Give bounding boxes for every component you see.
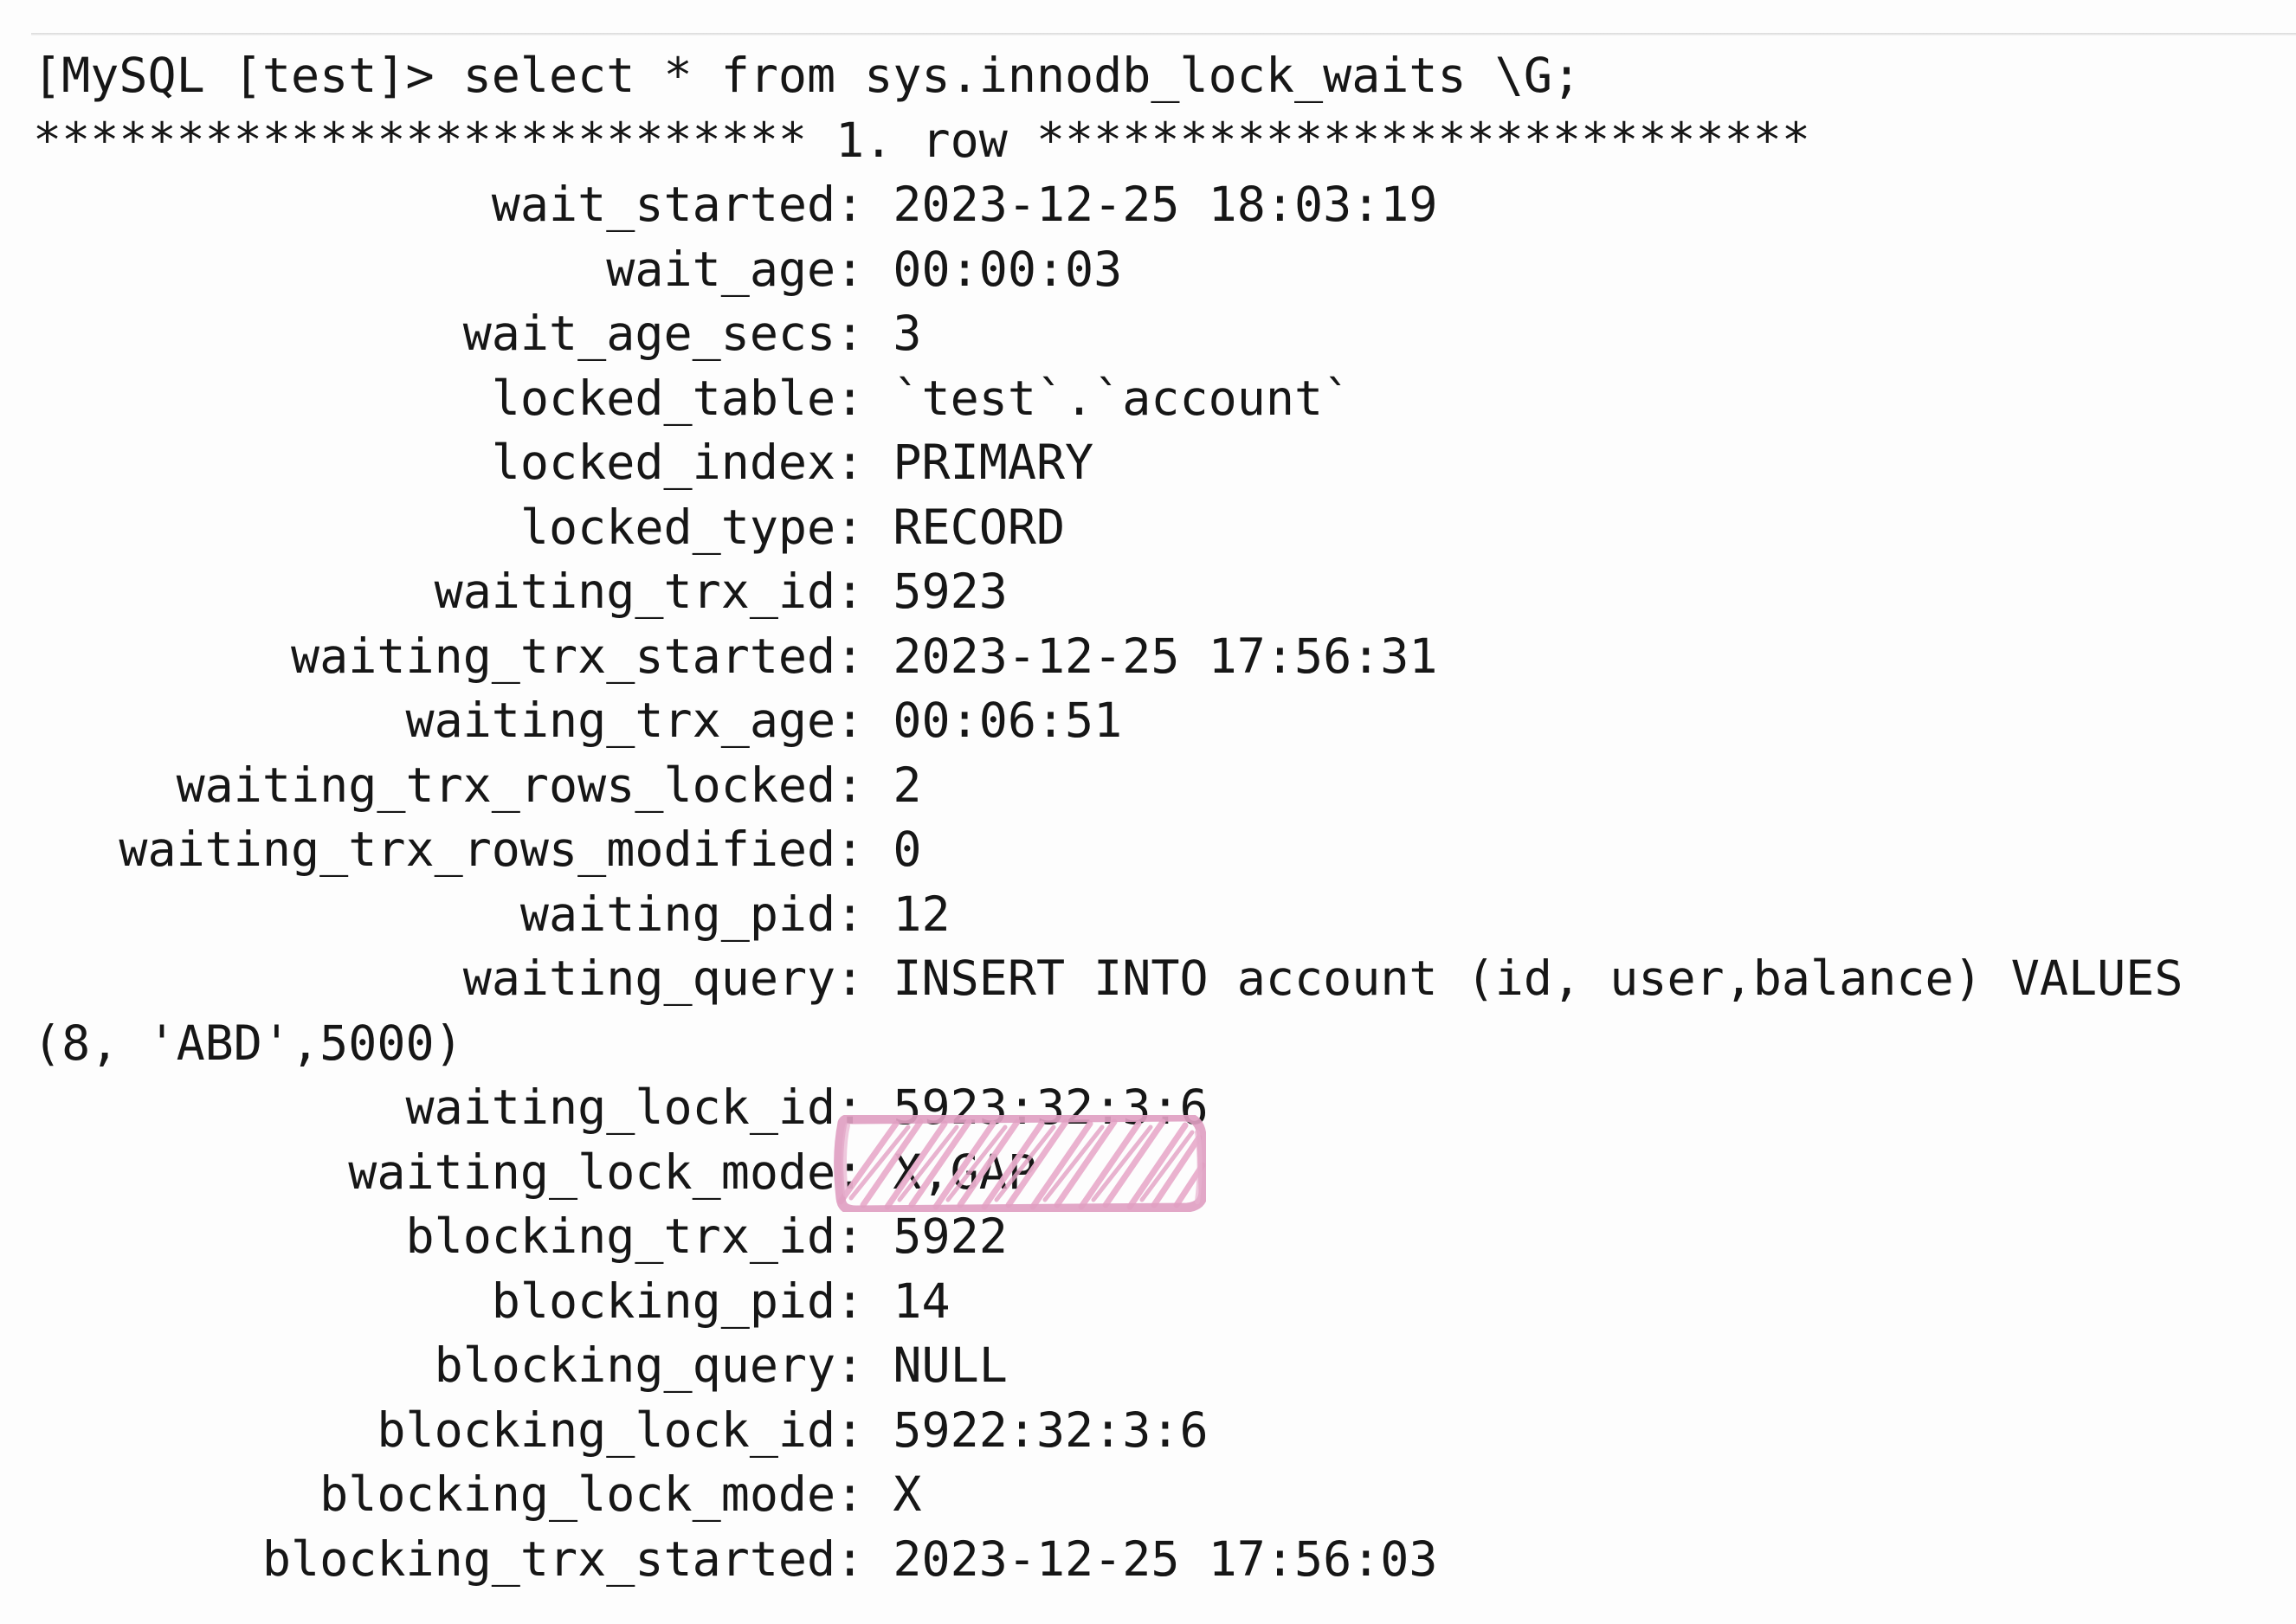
field-waiting-trx-started: waiting_trx_started: 2023-12-25 17:56:31 xyxy=(33,628,1438,684)
field-waiting-trx-rows-modified: waiting_trx_rows_modified: 0 xyxy=(33,822,922,877)
terminal-row-separator: *************************** 1. row *****… xyxy=(33,112,1810,168)
field-blocking-query: blocking_query: NULL xyxy=(33,1337,1008,1393)
field-waiting-lock-id: waiting_lock_id: 5923:32:3:6 xyxy=(33,1079,1209,1135)
field-wait-age-secs: wait_age_secs: 3 xyxy=(33,306,922,361)
terminal-output-pane[interactable]: [MySQL [test]> select * from sys.innodb_… xyxy=(0,43,2296,1591)
field-blocking-lock-id: blocking_lock_id: 5922:32:3:6 xyxy=(33,1402,1209,1458)
field-blocking-lock-mode: blocking_lock_mode: X xyxy=(33,1466,922,1522)
field-waiting-lock-mode: waiting_lock_mode: X,GAP xyxy=(33,1144,1036,1200)
terminal-prompt-line: [MySQL [test]> select * from sys.innodb_… xyxy=(33,48,1582,103)
field-wait-age: wait_age: 00:00:03 xyxy=(33,241,1123,297)
field-waiting-query: waiting_query: INSERT INTO account (id, … xyxy=(33,951,2212,1071)
field-blocking-pid: blocking_pid: 14 xyxy=(33,1273,951,1329)
field-locked-table: locked_table: `test`.`account` xyxy=(33,370,1352,426)
field-locked-type: locked_type: RECORD xyxy=(33,499,1066,555)
terminal-screenshot: [MySQL [test]> select * from sys.innodb_… xyxy=(0,0,2296,1624)
field-blocking-trx-id: blocking_trx_id: 5922 xyxy=(33,1208,1008,1264)
top-divider-rule xyxy=(31,33,2296,35)
field-blocking-trx-started: blocking_trx_started: 2023-12-25 17:56:0… xyxy=(33,1531,1438,1587)
field-waiting-trx-rows-locked: waiting_trx_rows_locked: 2 xyxy=(33,757,922,813)
field-locked-index: locked_index: PRIMARY xyxy=(33,435,1094,490)
field-waiting-trx-age: waiting_trx_age: 00:06:51 xyxy=(33,693,1123,748)
field-wait-started: wait_started: 2023-12-25 18:03:19 xyxy=(33,177,1438,232)
field-waiting-trx-id: waiting_trx_id: 5923 xyxy=(33,564,1008,619)
field-waiting-pid: waiting_pid: 12 xyxy=(33,886,951,942)
